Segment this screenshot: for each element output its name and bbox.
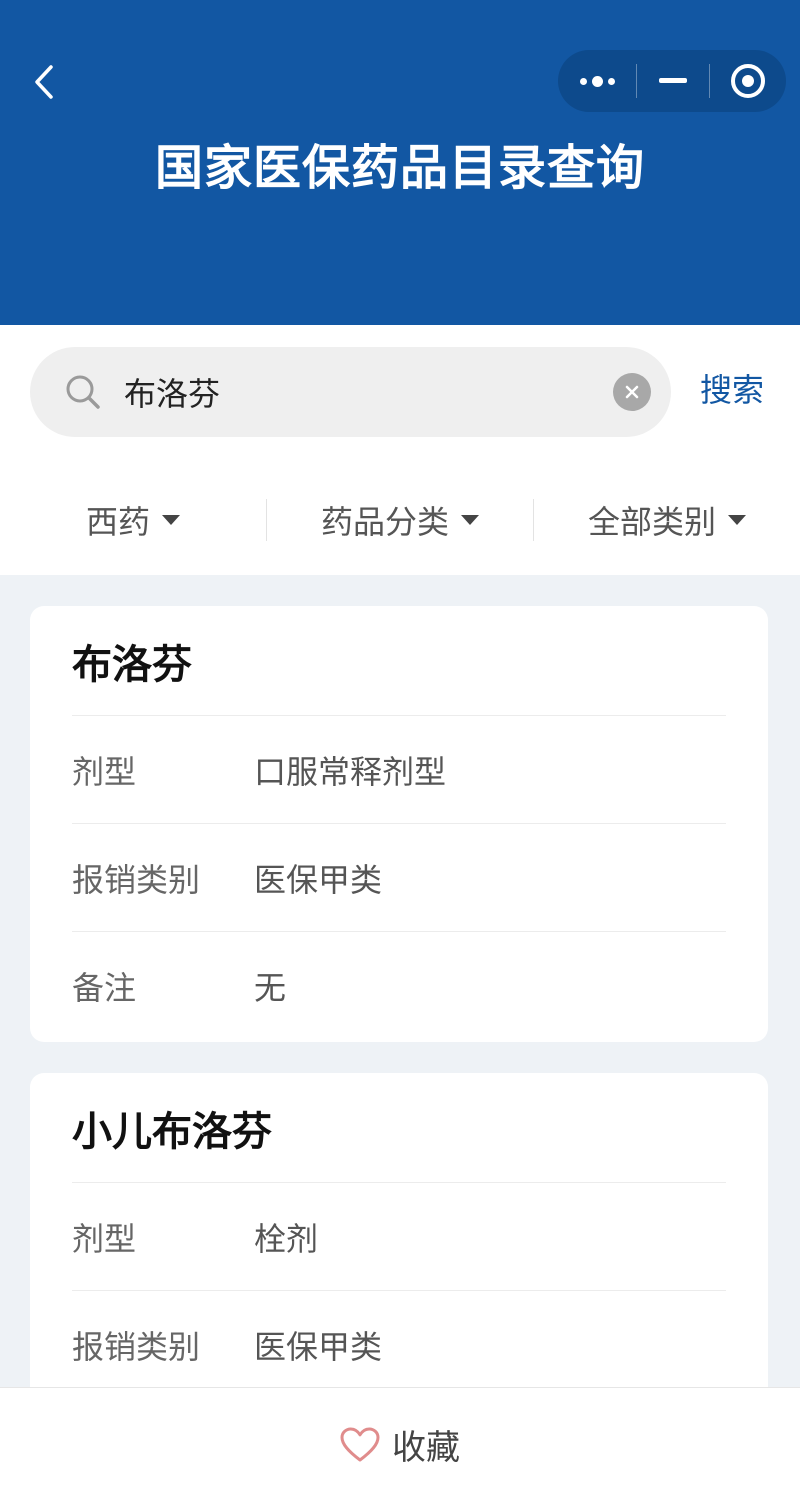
heart-icon: [340, 1427, 380, 1461]
field-label: 报销类别: [72, 1328, 201, 1366]
bottom-bar: 收藏: [0, 1387, 800, 1501]
field-value: 栓剂: [254, 1219, 319, 1258]
back-button[interactable]: [22, 58, 66, 106]
filter-bar: 西药 药品分类 全部类别: [0, 485, 800, 555]
field-label: 剂型: [72, 752, 137, 791]
field-label: 报销类别: [72, 860, 201, 899]
search-panel: 搜索 西药 药品分类 全部类别: [0, 325, 800, 575]
miniprogram-capsule: [558, 50, 786, 112]
header: 国家医保药品目录查询: [0, 0, 800, 325]
filter-label: 西药: [85, 503, 150, 541]
drug-field-row: 剂型 口服常释剂型: [72, 716, 726, 824]
minimize-button[interactable]: [637, 50, 709, 112]
filter-label: 全部类别: [587, 503, 716, 541]
more-button[interactable]: [558, 50, 636, 112]
field-value: 医保甲类: [254, 1328, 383, 1366]
caret-down-icon: [162, 515, 180, 525]
caret-down-icon: [461, 515, 479, 525]
field-label: 备注: [72, 969, 137, 1007]
clear-search-button[interactable]: [613, 373, 651, 411]
search-icon: [66, 375, 100, 409]
drug-field-row: 备注 无: [72, 932, 726, 1040]
field-label: 剂型: [72, 1219, 137, 1258]
search-box: [30, 347, 671, 437]
field-value: 口服常释剂型: [254, 752, 447, 791]
app: 国家医保药品目录查询 搜索 西药 药品分类: [0, 0, 800, 1501]
drug-field-row: 剂型 栓剂: [72, 1183, 726, 1291]
close-button[interactable]: [710, 50, 786, 112]
chevron-left-icon: [35, 65, 53, 99]
drug-field-row: 报销类别 医保甲类: [72, 824, 726, 932]
page-title: 国家医保药品目录查询: [154, 140, 645, 196]
drug-name: 小儿布洛芬: [72, 1073, 726, 1183]
more-dots-icon: [579, 75, 615, 87]
filter-label: 药品分类: [320, 503, 449, 541]
drug-card[interactable]: 布洛芬 剂型 口服常释剂型 报销类别 医保甲类 备注 无: [30, 606, 768, 1042]
minus-icon: [659, 78, 687, 83]
drug-field-row: 报销类别 医保甲类: [72, 1291, 726, 1399]
caret-down-icon: [728, 515, 746, 525]
search-input[interactable]: [124, 347, 594, 437]
drug-name: 布洛芬: [72, 606, 726, 716]
filter-drug-type[interactable]: 西药: [0, 485, 266, 555]
field-value: 医保甲类: [254, 860, 383, 899]
favorite-label: 收藏: [392, 1428, 460, 1468]
field-value: 无: [254, 969, 287, 1007]
favorite-button[interactable]: 收藏: [340, 1420, 460, 1469]
filter-drug-category[interactable]: 药品分类: [267, 485, 533, 555]
filter-reimbursement-class[interactable]: 全部类别: [534, 485, 800, 555]
close-icon: [625, 385, 639, 399]
target-close-icon: [731, 64, 765, 98]
search-button[interactable]: 搜索: [700, 365, 764, 411]
